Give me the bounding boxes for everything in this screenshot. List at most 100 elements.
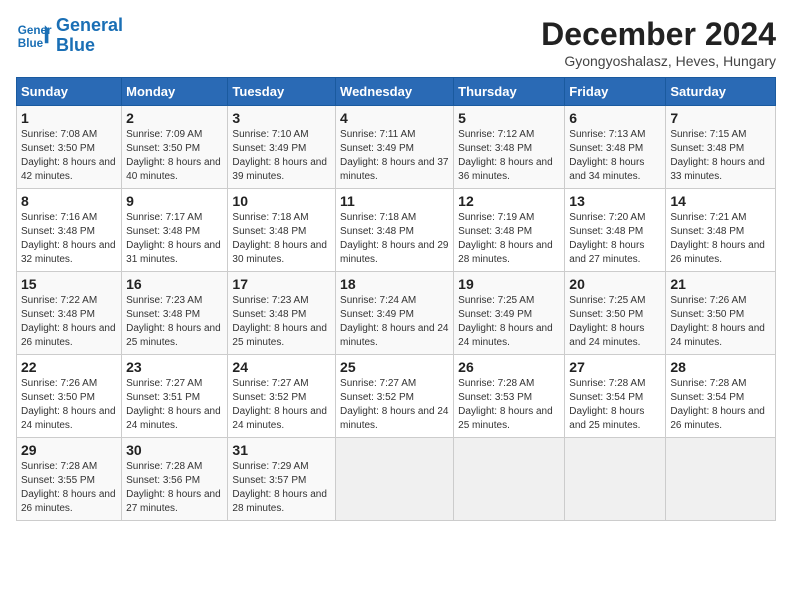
day-info: Sunrise: 7:25 AMSunset: 3:50 PMDaylight:…: [569, 295, 645, 348]
day-number: 31: [232, 442, 331, 458]
calendar-cell: [336, 438, 454, 521]
calendar-cell: [666, 438, 776, 521]
calendar-cell: 21Sunrise: 7:26 AMSunset: 3:50 PMDayligh…: [666, 272, 776, 355]
day-number: 23: [126, 359, 223, 375]
day-info: Sunrise: 7:27 AMSunset: 3:51 PMDaylight:…: [126, 378, 221, 431]
calendar-cell: 27Sunrise: 7:28 AMSunset: 3:54 PMDayligh…: [565, 355, 666, 438]
calendar-cell: 10 Sunrise: 7:18 AMSunset: 3:48 PMDayligh…: [228, 189, 336, 272]
week-row-3: 22Sunrise: 7:26 AMSunset: 3:50 PMDayligh…: [17, 355, 776, 438]
calendar-cell: 8 Sunrise: 7:16 AMSunset: 3:48 PMDaylight…: [17, 189, 122, 272]
calendar-cell: 1 Sunrise: 7:08 AMSunset: 3:50 PMDaylight…: [17, 106, 122, 189]
day-number: 4: [340, 110, 449, 126]
day-number: 17: [232, 276, 331, 292]
day-info: Sunrise: 7:22 AMSunset: 3:48 PMDaylight:…: [21, 295, 116, 348]
week-row-2: 15Sunrise: 7:22 AMSunset: 3:48 PMDayligh…: [17, 272, 776, 355]
day-number: 16: [126, 276, 223, 292]
day-number: 8: [21, 193, 117, 209]
calendar-cell: 14 Sunrise: 7:21 AMSunset: 3:48 PMDayligh…: [666, 189, 776, 272]
day-number: 25: [340, 359, 449, 375]
logo: General Blue General Blue: [16, 16, 123, 56]
day-info: Sunrise: 7:18 AMSunset: 3:48 PMDaylight:…: [232, 212, 327, 265]
day-info: Sunrise: 7:28 AMSunset: 3:55 PMDaylight:…: [21, 461, 116, 514]
day-info: Sunrise: 7:23 AMSunset: 3:48 PMDaylight:…: [232, 295, 327, 348]
day-info: Sunrise: 7:28 AMSunset: 3:54 PMDaylight:…: [670, 378, 765, 431]
header: General Blue General Blue December 2024 …: [16, 16, 776, 69]
day-info: Sunrise: 7:11 AMSunset: 3:49 PMDaylight:…: [340, 129, 448, 182]
day-number: 2: [126, 110, 223, 126]
day-number: 11: [340, 193, 449, 209]
header-tuesday: Tuesday: [228, 78, 336, 106]
logo-line2: Blue: [56, 35, 95, 55]
day-info: Sunrise: 7:28 AMSunset: 3:53 PMDaylight:…: [458, 378, 553, 431]
calendar-cell: 18 Sunrise: 7:24 AMSunset: 3:49 PMDayligh…: [336, 272, 454, 355]
week-row-4: 29 Sunrise: 7:28 AMSunset: 3:55 PMDayligh…: [17, 438, 776, 521]
day-number: 22: [21, 359, 117, 375]
day-number: 29: [21, 442, 117, 458]
header-sunday: Sunday: [17, 78, 122, 106]
header-wednesday: Wednesday: [336, 78, 454, 106]
day-info: Sunrise: 7:18 AMSunset: 3:48 PMDaylight:…: [340, 212, 448, 265]
day-info: Sunrise: 7:21 AMSunset: 3:48 PMDaylight:…: [670, 212, 765, 265]
calendar-cell: 28 Sunrise: 7:28 AMSunset: 3:54 PMDayligh…: [666, 355, 776, 438]
day-info: Sunrise: 7:10 AMSunset: 3:49 PMDaylight:…: [232, 129, 327, 182]
day-number: 10: [232, 193, 331, 209]
day-info: Sunrise: 7:16 AMSunset: 3:48 PMDaylight:…: [21, 212, 116, 265]
calendar-cell: 2 Sunrise: 7:09 AMSunset: 3:50 PMDaylight…: [122, 106, 228, 189]
logo-icon: General Blue: [16, 18, 52, 54]
day-info: Sunrise: 7:13 AMSunset: 3:48 PMDaylight:…: [569, 129, 645, 182]
calendar-cell: 12 Sunrise: 7:19 AMSunset: 3:48 PMDayligh…: [454, 189, 565, 272]
day-info: Sunrise: 7:12 AMSunset: 3:48 PMDaylight:…: [458, 129, 553, 182]
day-number: 12: [458, 193, 560, 209]
day-info: Sunrise: 7:24 AMSunset: 3:49 PMDaylight:…: [340, 295, 448, 348]
day-number: 18: [340, 276, 449, 292]
calendar-cell: 30Sunrise: 7:28 AMSunset: 3:56 PMDayligh…: [122, 438, 228, 521]
calendar-cell: 16 Sunrise: 7:23 AMSunset: 3:48 PMDayligh…: [122, 272, 228, 355]
day-info: Sunrise: 7:09 AMSunset: 3:50 PMDaylight:…: [126, 129, 221, 182]
day-number: 3: [232, 110, 331, 126]
week-row-1: 8 Sunrise: 7:16 AMSunset: 3:48 PMDaylight…: [17, 189, 776, 272]
day-number: 1: [21, 110, 117, 126]
calendar-cell: 13Sunrise: 7:20 AMSunset: 3:48 PMDayligh…: [565, 189, 666, 272]
logo-text: General Blue: [56, 16, 123, 56]
day-number: 19: [458, 276, 560, 292]
day-info: Sunrise: 7:27 AMSunset: 3:52 PMDaylight:…: [340, 378, 448, 431]
day-number: 14: [670, 193, 771, 209]
title-area: December 2024 Gyongyoshalasz, Heves, Hun…: [541, 16, 776, 69]
calendar-cell: 5 Sunrise: 7:12 AMSunset: 3:48 PMDaylight…: [454, 106, 565, 189]
day-number: 26: [458, 359, 560, 375]
day-info: Sunrise: 7:15 AMSunset: 3:48 PMDaylight:…: [670, 129, 765, 182]
header-monday: Monday: [122, 78, 228, 106]
day-info: Sunrise: 7:28 AMSunset: 3:54 PMDaylight:…: [569, 378, 645, 431]
calendar-cell: 31Sunrise: 7:29 AMSunset: 3:57 PMDayligh…: [228, 438, 336, 521]
day-info: Sunrise: 7:08 AMSunset: 3:50 PMDaylight:…: [21, 129, 116, 182]
day-info: Sunrise: 7:23 AMSunset: 3:48 PMDaylight:…: [126, 295, 221, 348]
calendar-cell: 24Sunrise: 7:27 AMSunset: 3:52 PMDayligh…: [228, 355, 336, 438]
calendar-cell: 23 Sunrise: 7:27 AMSunset: 3:51 PMDayligh…: [122, 355, 228, 438]
day-number: 30: [126, 442, 223, 458]
day-number: 28: [670, 359, 771, 375]
calendar-cell: 22Sunrise: 7:26 AMSunset: 3:50 PMDayligh…: [17, 355, 122, 438]
day-number: 6: [569, 110, 661, 126]
day-number: 5: [458, 110, 560, 126]
day-number: 20: [569, 276, 661, 292]
calendar-cell: 15Sunrise: 7:22 AMSunset: 3:48 PMDayligh…: [17, 272, 122, 355]
subtitle: Gyongyoshalasz, Heves, Hungary: [541, 53, 776, 69]
calendar-cell: 19Sunrise: 7:25 AMSunset: 3:49 PMDayligh…: [454, 272, 565, 355]
header-thursday: Thursday: [454, 78, 565, 106]
calendar-cell: 29 Sunrise: 7:28 AMSunset: 3:55 PMDayligh…: [17, 438, 122, 521]
calendar-cell: 3 Sunrise: 7:10 AMSunset: 3:49 PMDaylight…: [228, 106, 336, 189]
calendar-cell: 6 Sunrise: 7:13 AMSunset: 3:48 PMDaylight…: [565, 106, 666, 189]
day-number: 21: [670, 276, 771, 292]
day-info: Sunrise: 7:17 AMSunset: 3:48 PMDaylight:…: [126, 212, 221, 265]
header-friday: Friday: [565, 78, 666, 106]
day-info: Sunrise: 7:19 AMSunset: 3:48 PMDaylight:…: [458, 212, 553, 265]
main-title: December 2024: [541, 16, 776, 53]
header-saturday: Saturday: [666, 78, 776, 106]
logo-line1: General: [56, 15, 123, 35]
day-number: 7: [670, 110, 771, 126]
day-info: Sunrise: 7:20 AMSunset: 3:48 PMDaylight:…: [569, 212, 645, 265]
calendar-cell: 11 Sunrise: 7:18 AMSunset: 3:48 PMDayligh…: [336, 189, 454, 272]
calendar-cell: 7 Sunrise: 7:15 AMSunset: 3:48 PMDaylight…: [666, 106, 776, 189]
calendar-cell: 26 Sunrise: 7:28 AMSunset: 3:53 PMDayligh…: [454, 355, 565, 438]
calendar-cell: [565, 438, 666, 521]
